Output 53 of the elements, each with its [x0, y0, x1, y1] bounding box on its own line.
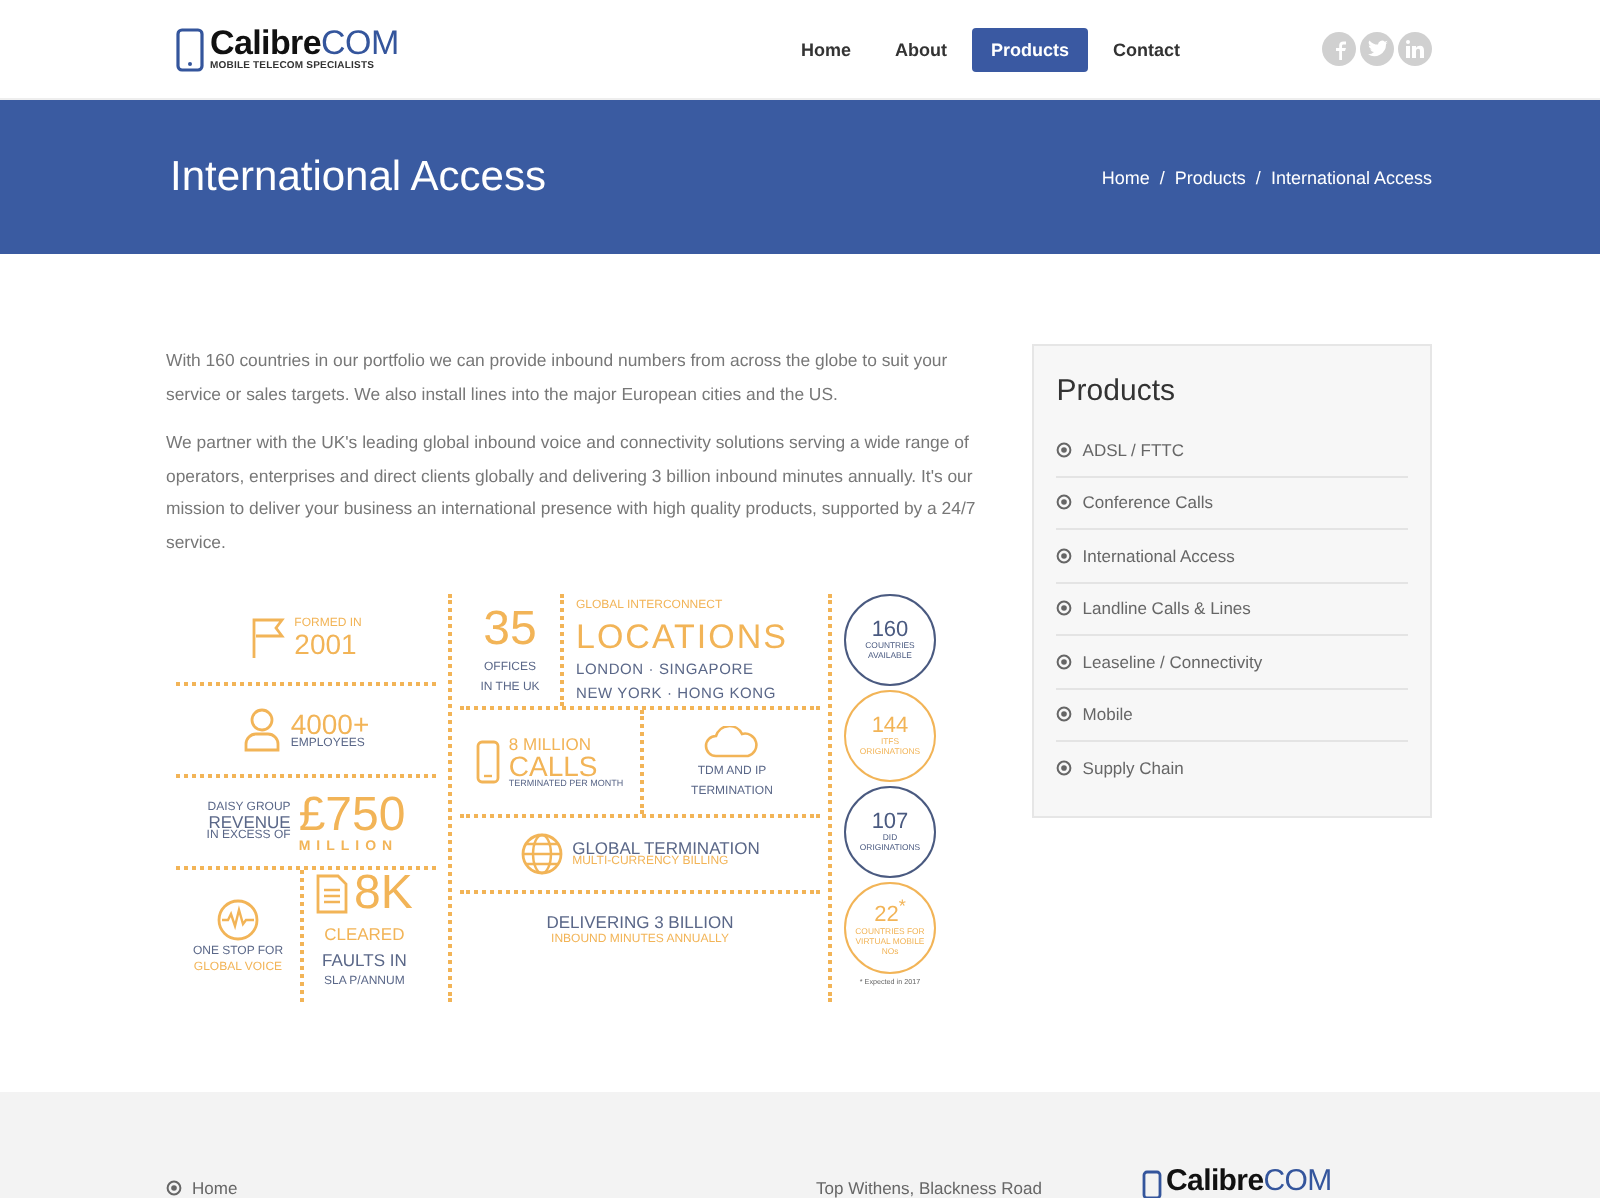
stat-value: 8K: [354, 870, 413, 918]
stat-caption: REVENUE: [208, 813, 291, 831]
circle-bullet-icon: [1056, 547, 1073, 564]
sidebar-link[interactable]: Supply Chain: [1056, 742, 1408, 793]
twitter-icon[interactable]: [1360, 32, 1394, 66]
footer-address: Top Withens, Blackness Road: [816, 1178, 1044, 1198]
circle-bullet-icon: [1056, 600, 1073, 617]
sidebar-link[interactable]: Leaseline / Connectivity: [1056, 636, 1408, 689]
facebook-icon[interactable]: [1322, 32, 1356, 66]
cloud-icon: [704, 726, 760, 758]
stat-title: LOCATIONS: [576, 620, 788, 654]
sidebar-link[interactable]: Conference Calls: [1056, 477, 1408, 530]
stat-value: 35: [483, 606, 537, 654]
footer-logo: CalibreCOM: [1142, 1164, 1332, 1198]
stat-caption: DELIVERING 3 BILLION: [546, 913, 734, 931]
sidebar-title: Products: [1056, 374, 1177, 408]
circle-bullet-icon: [1056, 706, 1073, 723]
phone-icon: [176, 27, 204, 71]
breadcrumb-link[interactable]: International Access: [1270, 167, 1432, 187]
breadcrumb-link[interactable]: Products: [1174, 167, 1246, 187]
stat-caption: FAULTS IN: [322, 951, 407, 968]
document-icon: [316, 874, 348, 914]
sidebar-link[interactable]: Mobile: [1056, 689, 1408, 742]
flag-icon: [250, 616, 287, 660]
person-icon: [242, 708, 283, 752]
footer-link[interactable]: Home: [166, 1178, 816, 1198]
circle-bullet-icon: [166, 1180, 182, 1196]
breadcrumb-link[interactable]: Home: [1101, 167, 1150, 187]
phone-icon: [476, 740, 501, 784]
breadcrumb-separator: /: [1159, 167, 1165, 187]
circle-bullet-icon: [1056, 653, 1073, 670]
nav-link[interactable]: Home: [782, 27, 869, 71]
breadcrumb-separator: /: [1255, 167, 1261, 187]
linkedin-icon[interactable]: [1398, 32, 1432, 66]
stat-value: 2001: [294, 630, 359, 658]
nav-link[interactable]: About: [876, 27, 965, 71]
stat-value: 4000+: [290, 710, 370, 738]
stat-value: CALLS: [508, 752, 598, 780]
page-title: International Access: [170, 153, 546, 201]
stat-value: £750: [298, 791, 406, 839]
stat-caption: CLEARED: [324, 926, 405, 943]
circle-bullet-icon: [1056, 494, 1073, 511]
stat-caption: 8 MILLION: [508, 735, 594, 752]
stat-caption: GLOBAL TERMINATION: [572, 839, 760, 857]
sidebar-link[interactable]: ADSL / FTTC: [1056, 424, 1408, 477]
sidebar-link[interactable]: Landline Calls & Lines: [1056, 583, 1408, 636]
intro-paragraph: We partner with the UK's leading global inbound voice and connectivity solutions serving a wide range of operators, enterprises and direct clients globally and delivering 3 billion inbound minutes annually. It's our mission to deliver your business an international presence with high quality products, supported by a 24/7 service.: [166, 430, 978, 555]
nav-link[interactable]: Contact: [1095, 27, 1198, 71]
intro-paragraph: With 160 countries in our portfolio we can provide inbound numbers from across the globe to suit your service or sales targets. We also install lines into the major European cities and the US.: [166, 348, 950, 408]
sidebar-link[interactable]: International Access: [1056, 530, 1408, 583]
circle-bullet-icon: [1056, 759, 1073, 776]
nav-link[interactable]: Products: [972, 27, 1087, 71]
circle-bullet-icon: [1056, 441, 1073, 458]
